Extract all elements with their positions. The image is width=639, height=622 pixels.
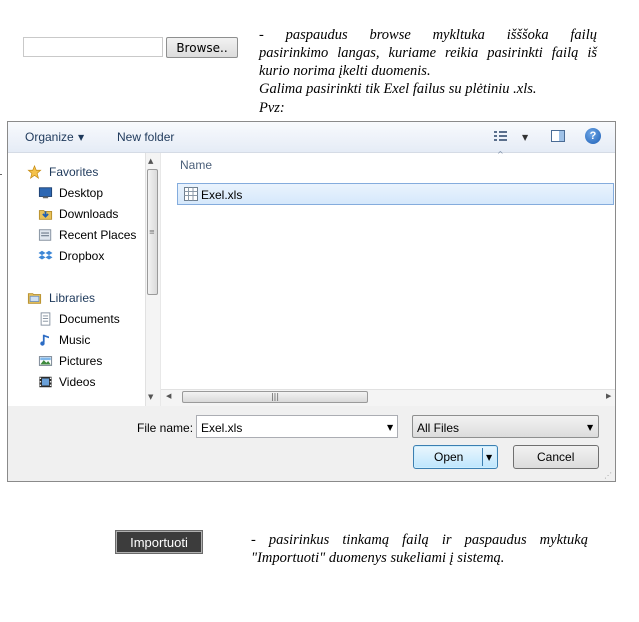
- pictures-icon: [38, 356, 53, 366]
- spreadsheet-file-icon: [184, 187, 198, 201]
- nav-favorites[interactable]: Favorites: [8, 162, 148, 182]
- scroll-up-icon[interactable]: ▲: [148, 157, 153, 165]
- browse-button[interactable]: Browse..: [166, 37, 238, 58]
- new-folder-button[interactable]: New folder: [117, 130, 174, 144]
- import-instructions: - pasirinkus tinkamą failą ir paspaudus …: [251, 531, 588, 567]
- grip-icon: ≡: [149, 228, 155, 236]
- note-line: Galima pasirinkti tik Exel failus su plė…: [259, 81, 537, 97]
- file-row-selected[interactable]: [177, 183, 614, 205]
- divider: [0, 174, 2, 175]
- recent-places-icon: [38, 229, 52, 241]
- libraries-icon: [27, 293, 42, 304]
- view-options-icon[interactable]: [493, 128, 509, 144]
- nav-libraries[interactable]: Libraries: [8, 288, 148, 308]
- file-open-dialog: Organize ▼ New folder ▼ ? Favorites Desk…: [7, 121, 616, 482]
- file-path-input[interactable]: [23, 37, 163, 57]
- nav-label: Dropbox: [59, 249, 105, 263]
- nav-label: Recent Places: [59, 228, 137, 242]
- divider: [482, 448, 483, 466]
- chevron-down-icon[interactable]: ▼: [486, 453, 492, 462]
- cancel-button-label: Cancel: [537, 450, 575, 464]
- navigation-pane: Favorites Desktop Downloads Recent Place…: [8, 153, 159, 406]
- file-name-label: File name:: [137, 421, 194, 435]
- dropbox-icon: [38, 250, 53, 260]
- chevron-down-icon[interactable]: ▼: [78, 133, 84, 142]
- nav-item-recent-places[interactable]: Recent Places: [8, 225, 148, 245]
- scroll-down-icon[interactable]: ▼: [148, 393, 153, 401]
- organize-menu[interactable]: Organize: [25, 130, 74, 144]
- scroll-left-icon[interactable]: ◀: [166, 392, 171, 400]
- help-icon[interactable]: ?: [585, 128, 601, 144]
- note-line: - pasirinkus tinkamą failą ir paspaudus …: [251, 532, 588, 548]
- nav-label: Favorites: [49, 165, 99, 179]
- note-line: - paspaudus browse mykltuka išššoka fail…: [259, 27, 597, 43]
- import-button[interactable]: Importuoti: [116, 531, 202, 553]
- sort-ascending-icon: ^: [497, 150, 504, 159]
- file-type-value: All Files: [417, 421, 460, 435]
- star-icon: [27, 165, 42, 179]
- note-line: pasirinkimo langas, kuriame reikia pasir…: [259, 45, 597, 61]
- browse-instructions: - paspaudus browse mykltuka išššoka fail…: [259, 26, 597, 98]
- nav-label: Desktop: [59, 186, 104, 200]
- resize-grip-icon[interactable]: ⋰: [604, 471, 612, 480]
- nav-label: Downloads: [59, 207, 119, 221]
- note-line: "Importuoti" duomenys sukeliami į sistem…: [251, 550, 505, 566]
- file-name: Exel.xls: [201, 188, 243, 202]
- note-line: kurio norima įkelti duomenis.: [259, 63, 431, 79]
- example-label: Pvz:: [259, 100, 285, 113]
- nav-item-music[interactable]: Music: [8, 330, 148, 350]
- nav-item-pictures[interactable]: Pictures: [8, 351, 148, 371]
- chevron-down-icon[interactable]: ▼: [522, 133, 528, 142]
- downloads-icon: [38, 210, 53, 220]
- scroll-right-icon[interactable]: ▶: [606, 392, 611, 400]
- nav-label: Documents: [59, 312, 120, 326]
- nav-item-dropbox[interactable]: Dropbox: [8, 246, 148, 266]
- preview-pane-icon[interactable]: [550, 128, 566, 144]
- nav-item-desktop[interactable]: Desktop: [8, 183, 148, 203]
- nav-label: Libraries: [49, 291, 96, 305]
- desktop-icon: [38, 187, 53, 199]
- nav-item-downloads[interactable]: Downloads: [8, 204, 148, 224]
- chevron-down-icon[interactable]: ▼: [587, 423, 593, 432]
- open-button-label: Open: [434, 450, 464, 464]
- column-header-name[interactable]: Name: [180, 158, 212, 172]
- file-name-value: Exel.xls: [201, 421, 243, 435]
- nav-label: Pictures: [59, 354, 103, 368]
- videos-icon: [39, 376, 52, 388]
- music-icon: [40, 334, 49, 346]
- nav-item-documents[interactable]: Documents: [8, 309, 148, 329]
- nav-label: Music: [59, 333, 91, 347]
- documents-icon: [40, 312, 51, 326]
- chevron-down-icon[interactable]: ▼: [387, 423, 393, 432]
- horizontal-scroll-thumb[interactable]: |||: [182, 391, 368, 403]
- nav-label: Videos: [59, 375, 96, 389]
- nav-item-videos[interactable]: Videos: [8, 372, 148, 392]
